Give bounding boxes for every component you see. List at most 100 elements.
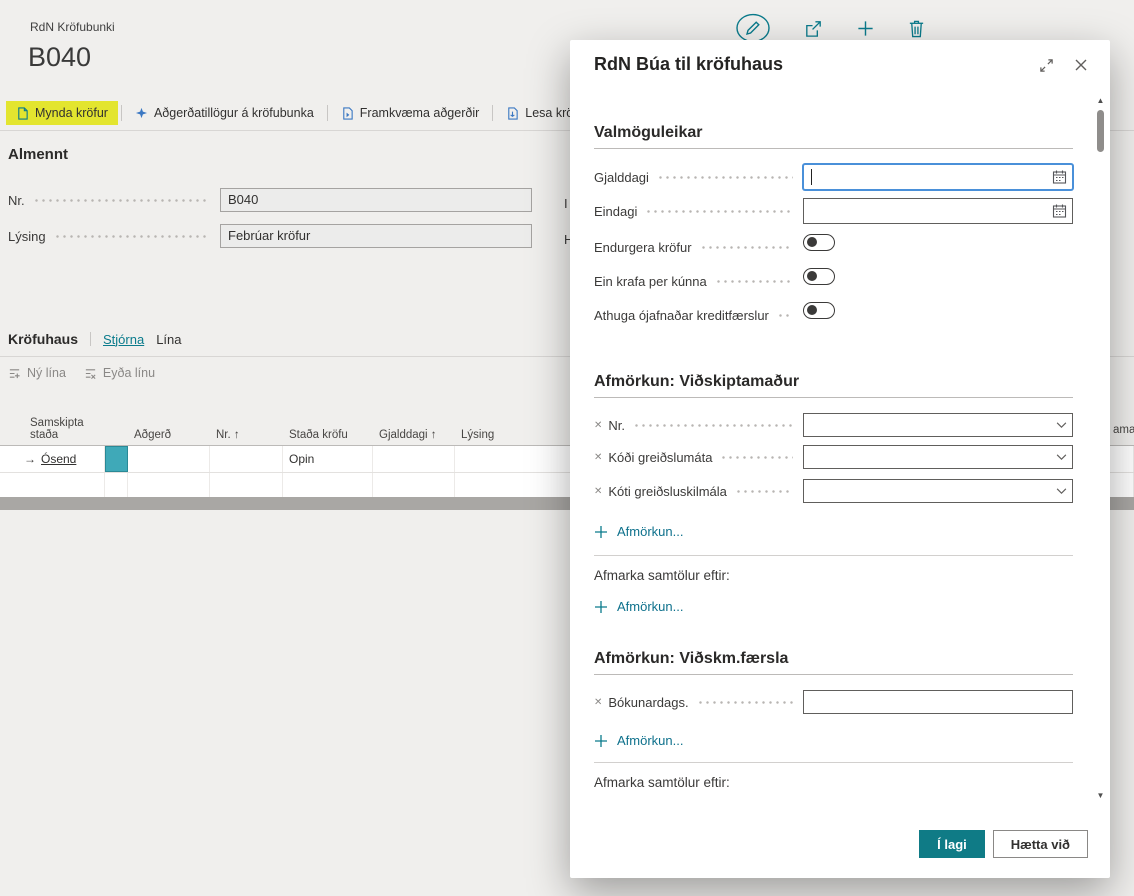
- athuga-toggle[interactable]: [803, 302, 835, 319]
- divider: [90, 332, 91, 346]
- new-line-icon: [8, 367, 21, 380]
- eindagi-field: [803, 198, 1073, 224]
- scrollbar-thumb[interactable]: [1097, 110, 1104, 152]
- filter-bokunardags-label: ✕ Bókunardags.: [594, 695, 689, 710]
- toolbar-divider: [327, 105, 328, 121]
- divider: [594, 555, 1073, 556]
- options-section-title: Valmöguleikar: [594, 124, 1073, 149]
- cancel-button[interactable]: Hætta við: [993, 830, 1088, 858]
- empty-cell[interactable]: [283, 473, 373, 499]
- athuga-row: Athuga ójafnaðar kreditfærslur: [594, 301, 1073, 329]
- chevron-down-icon[interactable]: [1056, 422, 1067, 429]
- ein-krafa-control: [803, 268, 1073, 294]
- chevron-down-icon[interactable]: [1056, 454, 1067, 461]
- add-filter-label: Afmörkun...: [617, 599, 683, 614]
- framkvaema-adgerdir-button[interactable]: Framkvæma aðgerðir: [331, 101, 489, 125]
- entry-totals-label: Afmarka samtölur eftir:: [594, 775, 1073, 790]
- calendar-icon[interactable]: [1052, 170, 1067, 185]
- toolbar-divider: [121, 105, 122, 121]
- tab-lina[interactable]: Lína: [156, 332, 181, 347]
- gjalddagi-input[interactable]: [803, 164, 1073, 190]
- ein-krafa-toggle[interactable]: [803, 268, 835, 285]
- filter-greidsluskilmali-label: ✕ Kóti greiðsluskilmála: [594, 484, 727, 499]
- add-filter-label: Afmörkun...: [617, 524, 683, 539]
- empty-cell[interactable]: [210, 473, 283, 499]
- share-icon[interactable]: [803, 18, 824, 39]
- add-icon[interactable]: [856, 19, 875, 38]
- calendar-icon[interactable]: [1052, 204, 1067, 219]
- empty-cell[interactable]: [128, 473, 210, 499]
- scroll-down-icon[interactable]: ▼: [1093, 791, 1108, 800]
- dialog-scrollbar[interactable]: ▲ ▼: [1093, 96, 1108, 800]
- filter-nr-input[interactable]: [803, 413, 1073, 437]
- label-text: Kóti greiðsluskilmála: [608, 484, 727, 499]
- dotted-leader: [54, 235, 210, 238]
- adgerdatillogur-button[interactable]: Aðgerðatillögur á kröfubunka: [125, 101, 324, 125]
- filter-nr-row: ✕ Nr.: [594, 412, 1073, 438]
- label-text: Bókunardags.: [608, 695, 688, 710]
- dotted-leader: [720, 456, 793, 459]
- gjalddagi-cell[interactable]: [373, 446, 455, 472]
- ok-button[interactable]: Í lagi: [919, 830, 985, 858]
- nr-input[interactable]: B040: [220, 188, 532, 212]
- add-entry-filter-link[interactable]: Afmörkun...: [594, 733, 683, 748]
- add-customer-totals-filter-link[interactable]: Afmörkun...: [594, 599, 683, 614]
- text-caret: [811, 169, 812, 185]
- breadcrumb[interactable]: RdN Kröfubunki: [30, 20, 115, 34]
- divider: [594, 762, 1073, 763]
- dotted-leader: [33, 199, 210, 202]
- column-header[interactable]: Samskipta staða: [0, 417, 105, 445]
- column-header[interactable]: Gjalddagi ↑: [373, 429, 455, 445]
- lines-section-title[interactable]: Kröfuhaus: [8, 331, 78, 347]
- toggle-knob: [807, 271, 817, 281]
- lysing-label: Lýsing: [8, 229, 46, 244]
- button-label: Aðgerðatillögur á kröfubunka: [154, 106, 314, 120]
- column-header: [105, 441, 128, 445]
- edit-icon[interactable]: [735, 13, 771, 43]
- delete-line-button[interactable]: Eyða línu: [84, 366, 155, 380]
- adgerd-cell[interactable]: [128, 446, 210, 472]
- filter-greidslumati-input[interactable]: [803, 445, 1073, 469]
- toolbar-divider: [492, 105, 493, 121]
- remove-filter-icon[interactable]: ✕: [594, 420, 602, 431]
- dialog-content: Valmöguleikar Gjalddagi Eindagi: [570, 40, 1110, 878]
- gjalddagi-label: Gjalddagi: [594, 170, 649, 185]
- scroll-up-icon[interactable]: ▲: [1093, 96, 1108, 105]
- filter-nr-label: ✕ Nr.: [594, 418, 625, 433]
- selected-cell[interactable]: [105, 446, 128, 472]
- remove-filter-icon[interactable]: ✕: [594, 452, 602, 463]
- lines-section-header: Kröfuhaus Stjórna Lína: [8, 331, 182, 347]
- action-bar: Mynda kröfur Aðgerðatillögur á kröfubunk…: [6, 99, 616, 127]
- remove-filter-icon[interactable]: ✕: [594, 486, 602, 497]
- label-text: Kóði greiðslumáta: [608, 450, 712, 465]
- general-section-title[interactable]: Almennt: [8, 146, 68, 163]
- stada-krofu-cell[interactable]: Opin: [283, 446, 373, 472]
- button-label: Eyða línu: [103, 366, 155, 380]
- endurgera-toggle[interactable]: [803, 234, 835, 251]
- column-header[interactable]: Nr. ↑: [210, 429, 283, 445]
- filter-greidsluskilmali-input[interactable]: [803, 479, 1073, 503]
- tab-stjorna[interactable]: Stjórna: [103, 332, 144, 347]
- empty-cell[interactable]: [105, 473, 128, 499]
- delete-icon[interactable]: [907, 18, 926, 39]
- nr-cell[interactable]: [210, 446, 283, 472]
- plus-icon: [594, 734, 608, 748]
- remove-filter-icon[interactable]: ✕: [594, 697, 602, 708]
- samskipta-stada-cell[interactable]: → Ósend: [0, 446, 105, 472]
- osend-link[interactable]: Ósend: [41, 452, 76, 466]
- column-header[interactable]: Staða kröfu: [283, 429, 373, 445]
- chevron-down-icon[interactable]: [1056, 488, 1067, 495]
- ein-krafa-label: Ein krafa per kúnna: [594, 274, 707, 289]
- entry-filter-section-title: Afmörkun: Viðskm.færsla: [594, 650, 1073, 675]
- add-customer-filter-link[interactable]: Afmörkun...: [594, 524, 683, 539]
- empty-cell[interactable]: [373, 473, 455, 499]
- filter-bokunardags-input[interactable]: [803, 690, 1073, 714]
- empty-cell[interactable]: [0, 473, 105, 499]
- new-line-button[interactable]: Ný lína: [8, 366, 66, 380]
- column-header[interactable]: Aðgerð: [128, 429, 210, 445]
- mynda-krofur-button[interactable]: Mynda kröfur: [6, 101, 118, 125]
- customer-filter-section-title: Afmörkun: Viðskiptamaður: [594, 373, 1073, 398]
- create-claim-header-dialog: RdN Búa til kröfuhaus Valmöguleikar Gjal…: [570, 40, 1110, 878]
- eindagi-input[interactable]: [803, 198, 1073, 224]
- lysing-input[interactable]: Febrúar kröfur: [220, 224, 532, 248]
